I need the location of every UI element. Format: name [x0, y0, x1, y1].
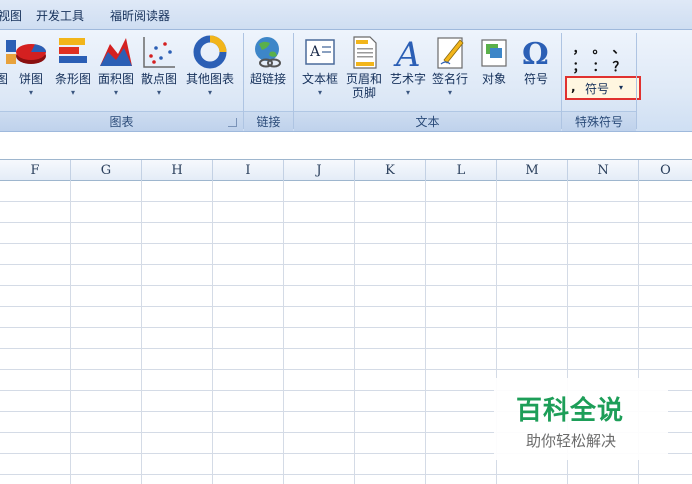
symbol-period[interactable]: 。 [591, 38, 607, 57]
column-header-h[interactable]: H [142, 160, 213, 181]
charts-group-label: 图表 [0, 111, 243, 131]
signature-line-icon [437, 37, 464, 69]
bar-chart-icon [59, 38, 87, 63]
column-header-l[interactable]: L [426, 160, 497, 181]
chevron-down-icon: ▾ [447, 88, 452, 97]
symbol-comma[interactable]: ， [571, 38, 587, 57]
column-header-n[interactable]: N [568, 160, 639, 181]
tab-view[interactable]: 视图 [0, 7, 22, 24]
other-charts-label: 其他图表 [185, 72, 234, 86]
svg-text:Ω: Ω [522, 37, 549, 70]
pie-chart-button[interactable]: 饼图 ▾ [9, 32, 53, 110]
hyperlink-label: 超链接 [249, 72, 286, 86]
symbol-dropdown-label: 符号 [585, 82, 610, 96]
column-header-o[interactable]: O [639, 160, 692, 181]
symbol-palette: ， 。 、 ； ： ？ [571, 38, 631, 75]
text-group: A 文本框 ▾ 页眉和 页脚 A 艺术字 ▾ 签名行 ▾ 对象 Ω 符号 文本 [294, 30, 561, 131]
column-header-f[interactable]: F [0, 160, 71, 181]
chevron-down-icon: ▾ [619, 83, 624, 92]
wordart-button[interactable]: A 艺术字 ▾ [386, 32, 430, 110]
column-header-g[interactable]: G [71, 160, 142, 181]
symbol-dropdown-button[interactable]: , 符号 ▾ [565, 76, 641, 100]
header-footer-icon [353, 36, 377, 69]
watermark-title: 百科全说 [516, 396, 625, 426]
special-symbols-group-label: 特殊符号 [562, 111, 636, 131]
textbox-icon: A [305, 39, 335, 65]
column-header-i[interactable]: I [213, 160, 284, 181]
signature-line-button[interactable]: 签名行 ▾ [428, 32, 472, 110]
donut-chart-icon [193, 35, 227, 69]
chevron-down-icon: ▾ [70, 88, 75, 97]
other-charts-button[interactable]: 其他图表 ▾ [186, 32, 234, 110]
symbol-colon[interactable]: ： [591, 56, 607, 75]
symbol-question[interactable]: ？ [611, 56, 627, 75]
column-header-m[interactable]: M [497, 160, 568, 181]
hyperlink-button[interactable]: 超链接 [246, 32, 290, 110]
scatter-chart-label: 散点图 [140, 72, 177, 86]
header-footer-label-line2: 页脚 [351, 86, 376, 100]
column-header-j[interactable]: J [284, 160, 355, 181]
symbol-label: 符号 [523, 72, 548, 86]
symbol-enumeration-comma[interactable]: 、 [611, 38, 627, 57]
links-group: 超链接 链接 [244, 30, 293, 131]
tab-developer[interactable]: 开发工具 [36, 7, 84, 24]
symbol-button[interactable]: Ω 符号 [514, 32, 558, 110]
hyperlink-icon [255, 37, 281, 68]
group-divider [636, 33, 637, 129]
symbol-semicolon[interactable]: ； [571, 56, 587, 75]
watermark-subtitle: 助你轻松解决 [526, 432, 617, 450]
pie-chart-icon [16, 44, 47, 64]
area-chart-button[interactable]: 面积图 ▾ [94, 32, 138, 110]
area-chart-icon [100, 38, 132, 66]
svg-text:A: A [393, 35, 421, 70]
charts-group: 图 饼图 ▾ 条形图 ▾ 面积图 ▾ 散点图 ▾ 其他图表 ▾ 图表 [0, 30, 243, 131]
wordart-icon: A [393, 35, 421, 70]
column-header-row: F G H I J K L M N O [0, 159, 692, 181]
chevron-down-icon: ▾ [317, 88, 322, 97]
watermark: 百科全说 助你轻松解决 [494, 378, 668, 460]
scatter-chart-icon [143, 37, 175, 68]
bar-chart-button[interactable]: 条形图 ▾ [51, 32, 95, 110]
dialog-launcher-icon[interactable] [228, 118, 237, 127]
omega-icon: Ω [522, 37, 549, 70]
chevron-down-icon: ▾ [405, 88, 410, 97]
object-icon [481, 39, 507, 67]
chevron-down-icon: ▾ [156, 88, 161, 97]
chevron-down-icon: ▾ [113, 88, 118, 97]
column-header-k[interactable]: K [355, 160, 426, 181]
formula-bar-area [0, 131, 692, 159]
textbox-button[interactable]: A 文本框 ▾ [298, 32, 342, 110]
ribbon: 图 饼图 ▾ 条形图 ▾ 面积图 ▾ 散点图 ▾ 其他图表 ▾ 图表 超链接 链… [0, 30, 692, 131]
header-footer-button[interactable]: 页眉和 页脚 [342, 32, 386, 110]
links-group-label: 链接 [244, 111, 293, 131]
comma-icon: , [571, 80, 576, 94]
scatter-chart-button[interactable]: 散点图 ▾ [137, 32, 181, 110]
tab-foxit-reader[interactable]: 福昕阅读器 [110, 7, 170, 24]
svg-text:A: A [309, 44, 321, 60]
chevron-down-icon: ▾ [28, 88, 33, 97]
object-button[interactable]: 对象 [472, 32, 516, 110]
text-group-label: 文本 [294, 111, 561, 131]
chevron-down-icon: ▾ [207, 88, 212, 97]
menu-tab-bar: 视图 开发工具 福昕阅读器 [0, 0, 692, 30]
